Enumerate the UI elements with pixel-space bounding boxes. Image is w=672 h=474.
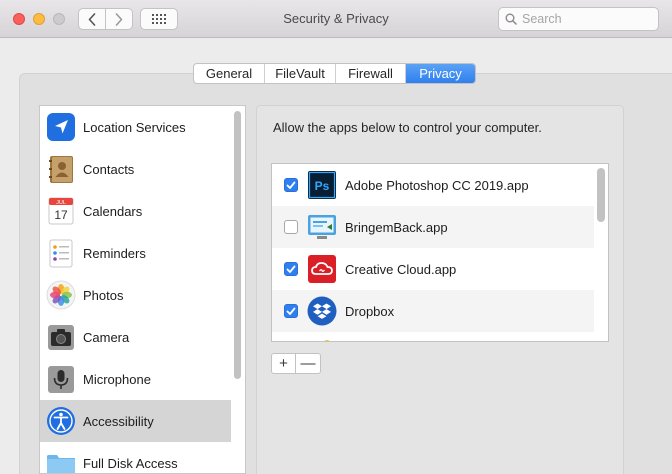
app-checkbox[interactable] <box>284 220 298 234</box>
app-list-scrollbar[interactable] <box>597 168 605 222</box>
app-row-photoshop[interactable]: Ps Adobe Photoshop CC 2019.app <box>272 164 594 206</box>
sidebar-item-label: Microphone <box>83 371 151 387</box>
accessibility-icon <box>45 405 77 437</box>
app-checkbox[interactable] <box>284 178 298 192</box>
tab-bar: General FileVault Firewall Privacy <box>193 63 476 84</box>
photoshop-icon-text: Ps <box>315 179 330 193</box>
chevron-right-icon <box>115 12 123 26</box>
sidebar-item-label: Full Disk Access <box>83 455 178 471</box>
sidebar-item-contacts[interactable]: Contacts <box>40 148 231 190</box>
forward-button[interactable] <box>105 8 133 30</box>
tab-general[interactable]: General <box>194 64 265 83</box>
sidebar-scrollbar[interactable] <box>234 111 241 379</box>
title-bar: Security & Privacy <box>0 0 672 38</box>
sidebar-item-full-disk-access[interactable]: Full Disk Access <box>40 442 231 473</box>
sidebar-item-photos[interactable]: Photos <box>40 274 231 316</box>
creative-cloud-icon <box>307 254 337 284</box>
checkmark-icon <box>286 181 296 189</box>
chevron-left-icon <box>88 12 96 26</box>
sidebar-item-label: Photos <box>83 287 124 303</box>
checkmark-icon <box>286 307 296 315</box>
app-row-bringemback[interactable]: BringemBack.app <box>272 206 594 248</box>
search-field[interactable] <box>498 7 659 31</box>
folder-icon <box>45 447 77 473</box>
app-checkbox[interactable] <box>284 262 298 276</box>
sidebar-item-reminders[interactable]: Reminders <box>40 232 231 274</box>
app-name: Creative Cloud.app <box>345 261 457 277</box>
sidebar-item-label: Accessibility <box>83 413 154 429</box>
bringemback-icon <box>307 212 337 242</box>
close-window-button[interactable] <box>13 13 25 25</box>
sidebar-item-label: Location Services <box>83 119 186 135</box>
add-app-button[interactable]: + <box>272 354 296 373</box>
microphone-icon <box>45 363 77 395</box>
sidebar-item-camera[interactable]: Camera <box>40 316 231 358</box>
app-name: Dropbox <box>345 303 395 319</box>
minimize-window-button[interactable] <box>33 13 45 25</box>
calendar-icon: JUL 17 <box>45 195 77 227</box>
reminders-list-icon <box>45 237 77 269</box>
instructions-text: Allow the apps below to control your com… <box>273 120 542 135</box>
back-button[interactable] <box>78 8 106 30</box>
tab-firewall[interactable]: Firewall <box>336 64 406 83</box>
sidebar-item-label: Reminders <box>83 245 146 261</box>
partial-app-icon <box>307 338 337 341</box>
location-arrow-icon <box>45 111 77 143</box>
app-name: Adobe Photoshop CC 2019.app <box>345 177 529 193</box>
sidebar-item-calendars[interactable]: JUL 17 Calendars <box>40 190 231 232</box>
app-list[interactable]: Ps Adobe Photoshop CC 2019.app BringemBa… <box>271 163 609 342</box>
calendar-day-text: 17 <box>54 208 68 222</box>
sidebar-item-label: Contacts <box>83 161 135 177</box>
privacy-category-list[interactable]: Location Services Contacts JUL 17 Calend… <box>39 105 246 474</box>
photoshop-icon: Ps <box>307 170 337 200</box>
app-checkbox[interactable] <box>284 304 298 318</box>
calendar-month-text: JUL <box>56 200 66 206</box>
tab-filevault[interactable]: FileVault <box>265 64 336 83</box>
sidebar-item-accessibility[interactable]: Accessibility <box>40 400 231 442</box>
sidebar-item-location-services[interactable]: Location Services <box>40 106 231 148</box>
search-icon <box>505 13 517 25</box>
app-name: BringemBack.app <box>345 219 448 235</box>
search-input[interactable] <box>522 12 652 26</box>
sidebar-item-label: Calendars <box>83 203 143 219</box>
photos-flower-icon <box>45 279 77 311</box>
app-row-creative-cloud[interactable]: Creative Cloud.app <box>272 248 594 290</box>
tab-privacy[interactable]: Privacy <box>406 64 475 83</box>
app-row-partial[interactable] <box>272 332 594 341</box>
zoom-window-button[interactable] <box>53 13 65 25</box>
app-row-dropbox[interactable]: Dropbox <box>272 290 594 332</box>
sidebar-item-label: Camera <box>83 329 130 345</box>
remove-app-button[interactable]: — <box>296 354 320 373</box>
sidebar-item-microphone[interactable]: Microphone <box>40 358 231 400</box>
dropbox-icon <box>307 296 337 326</box>
add-remove-controls: + — <box>271 353 321 374</box>
show-all-button[interactable] <box>140 8 178 30</box>
grid-icon <box>152 14 166 24</box>
checkmark-icon <box>286 265 296 273</box>
camera-icon <box>45 321 77 353</box>
contacts-book-icon <box>45 153 77 185</box>
